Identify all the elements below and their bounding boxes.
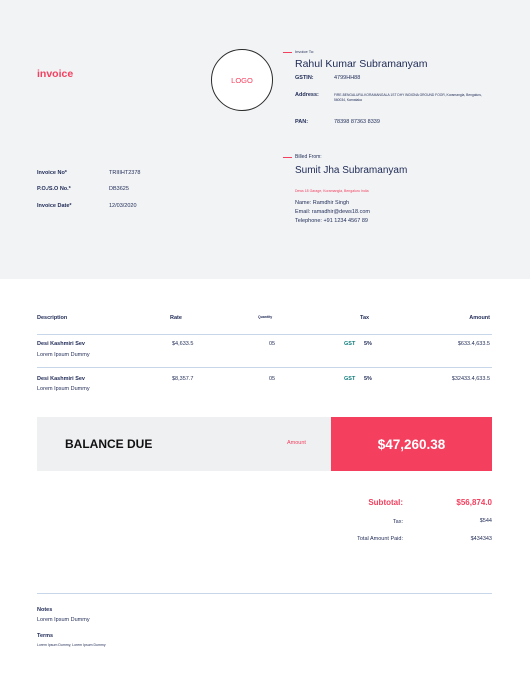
billed-from-accent [283, 157, 292, 158]
balance-due-label: BALANCE DUE [65, 437, 153, 451]
gstin-value: 4799HH88 [334, 75, 361, 81]
invoice-date-label: Invoice Date* [37, 203, 72, 209]
row-2-tax-label: GST [344, 376, 356, 382]
invoice-to-accent [283, 52, 292, 53]
row-1-title: Desi Kashmiri Sev [37, 341, 85, 347]
logo-text: LOGO [231, 75, 253, 85]
invoice-no-value: TRIIIHT2378 [109, 170, 141, 176]
gstin-label: GSTIN: [295, 75, 314, 81]
notes-label: Notes [37, 607, 53, 613]
address-value: FIRE-BENGALURU-KORAMANGALA 1ST DHY INDIO… [334, 93, 483, 102]
pan-label: PAN: [295, 119, 309, 125]
pan-value: 78398 87363 8339 [334, 119, 380, 125]
invoice-to-label: Invoice To: [295, 49, 315, 54]
invoice-no-label: Invoice No* [37, 170, 67, 176]
billed-from-phone: Telephone: +91 1234 4567 89 [295, 218, 368, 224]
row-1-tax-percent: 5% [364, 341, 372, 347]
row-divider [37, 367, 492, 368]
invoice-to-name: Rahul Kumar Subramanyam [295, 58, 428, 70]
col-header-quantity: Quantity [258, 315, 273, 319]
row-1-quantity: 05 [269, 341, 276, 347]
col-header-rate: Rate [170, 315, 182, 321]
row-1-tax-label: GST [344, 341, 356, 347]
row-1-rate: $4,633.5 [172, 341, 194, 347]
row-2-amount: $32433.4,633.5 [451, 376, 490, 382]
invoice-title: invoice [37, 68, 74, 80]
balance-amount-value: $47,260.38 [377, 436, 446, 452]
po-label: P.O./S.O No.* [37, 186, 71, 192]
row-1-amount: $633.4,633.5 [457, 341, 490, 347]
footer-divider [37, 593, 492, 594]
invoice-date-value: 12/03/2020 [109, 203, 137, 209]
col-header-tax: Tax [360, 315, 370, 321]
subtotal-label: Subtotal: [368, 498, 403, 507]
balance-amount-label: Amount [287, 440, 306, 446]
address-label: Address: [295, 92, 319, 98]
total-paid-label: Total Amount Paid: [357, 536, 403, 542]
col-header-description: Description [37, 315, 68, 321]
billed-from-name: Sumit Jha Subramanyam [295, 165, 408, 176]
row-2-quantity: 05 [269, 376, 276, 382]
tax-value: $544 [479, 518, 492, 524]
invoice-header-panel [0, 0, 530, 279]
total-paid-value: $434343 [470, 536, 492, 542]
row-2-tax-percent: 5% [364, 376, 372, 382]
tax-label: Tax: [392, 519, 403, 525]
col-header-amount: Amount [469, 315, 490, 321]
subtotal-value: $56,874.0 [456, 498, 492, 507]
row-2-subtitle: Lorem Ipsum Dummy [37, 386, 90, 392]
terms-label: Terms [37, 633, 54, 639]
terms-text: Lorem Ipsum Dummy, Lorem Ipsum Dummy [37, 643, 106, 647]
row-2-rate: $8,357.7 [172, 376, 194, 382]
row-1-subtitle: Lorem Ipsum Dummy [37, 352, 90, 358]
row-2-title: Desi Kashmiri Sev [37, 376, 85, 382]
billed-from-address: Dews 18 Garage, Koramangla, Bengaluru In… [295, 189, 369, 193]
billed-from-email: Email: ramadhir@dews18.com [295, 209, 370, 215]
balance-amount-box: $47,260.38 [331, 417, 492, 471]
billed-from-label: Billed From: [295, 154, 322, 160]
table-header-divider [37, 334, 492, 335]
po-value: DB3625 [109, 186, 129, 192]
logo-placeholder: LOGO [211, 49, 273, 111]
notes-text: Lorem Ipsum Dummy [37, 617, 90, 623]
billed-from-contact-name: Name: Ramdhir Singh [295, 200, 350, 206]
